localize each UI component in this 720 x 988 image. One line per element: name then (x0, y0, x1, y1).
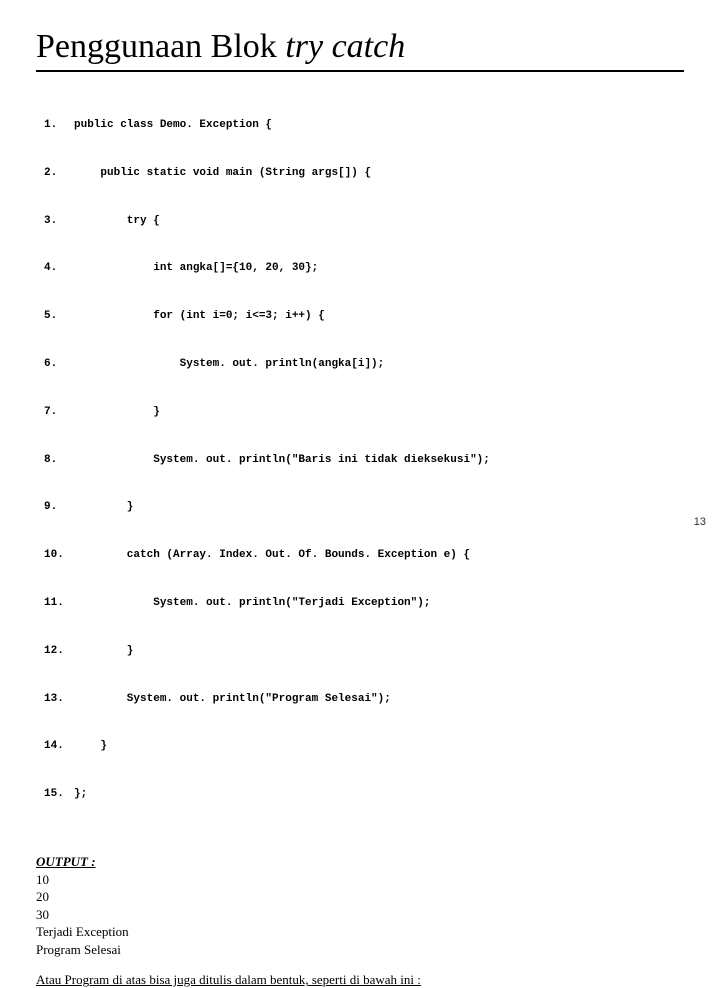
code-line: 4. int angka[]={10, 20, 30}; (44, 261, 684, 277)
page-number: 13 (694, 516, 706, 528)
code-line: 15.}; (44, 787, 684, 803)
output-line: Terjadi Exception (36, 923, 684, 941)
line-number: 4. (44, 261, 74, 277)
code-text: catch (Array. Index. Out. Of. Bounds. Ex… (74, 548, 470, 564)
line-number: 3. (44, 214, 74, 230)
code-text: System. out. println("Program Selesai"); (74, 692, 391, 708)
slide-title: Penggunaan Blok try catch (36, 28, 684, 72)
output-line: Program Selesai (36, 941, 684, 959)
line-number: 14. (44, 739, 74, 755)
code-text: System. out. println("Baris ini tidak di… (74, 453, 490, 469)
line-number: 5. (44, 309, 74, 325)
code-text: int angka[]={10, 20, 30}; (74, 261, 318, 277)
code-text: try { (74, 214, 160, 230)
code-text: public static void main (String args[]) … (74, 166, 371, 182)
line-number: 8. (44, 453, 74, 469)
code-line: 14. } (44, 739, 684, 755)
line-number: 6. (44, 357, 74, 373)
line-number: 12. (44, 644, 74, 660)
line-number: 13. (44, 692, 74, 708)
output-line: 10 (36, 871, 684, 889)
code-text: System. out. println("Terjadi Exception"… (74, 596, 430, 612)
code-line: 7. } (44, 405, 684, 421)
line-number: 15. (44, 787, 74, 803)
output-line: 30 (36, 906, 684, 924)
line-number: 7. (44, 405, 74, 421)
code-line: 2. public static void main (String args[… (44, 166, 684, 182)
output-block: OUTPUT : 10 20 30 Terjadi Exception Prog… (36, 853, 684, 958)
code-line: 10. catch (Array. Index. Out. Of. Bounds… (44, 548, 684, 564)
slide: Penggunaan Blok try catch 1.public class… (0, 0, 720, 540)
title-italic: try catch (285, 28, 405, 65)
line-number: 9. (44, 500, 74, 516)
code-line: 3. try { (44, 214, 684, 230)
code-text: for (int i=0; i<=3; i++) { (74, 309, 325, 325)
code-text: } (74, 405, 160, 421)
code-line: 8. System. out. println("Baris ini tidak… (44, 453, 684, 469)
footer-note: Atau Program di atas bisa juga ditulis d… (36, 972, 684, 988)
title-prefix: Penggunaan Blok (36, 28, 285, 65)
code-line: 12. } (44, 644, 684, 660)
code-text: } (74, 644, 133, 660)
output-heading: OUTPUT : (36, 853, 684, 871)
code-line: 5. for (int i=0; i<=3; i++) { (44, 309, 684, 325)
line-number: 1. (44, 118, 74, 134)
code-line: 13. System. out. println("Program Selesa… (44, 692, 684, 708)
code-line: 1.public class Demo. Exception { (44, 118, 684, 134)
code-text: public class Demo. Exception { (74, 118, 272, 134)
code-line: 6. System. out. println(angka[i]); (44, 357, 684, 373)
output-line: 20 (36, 888, 684, 906)
line-number: 11. (44, 596, 74, 612)
code-text: } (74, 500, 133, 516)
line-number: 2. (44, 166, 74, 182)
line-number: 10. (44, 548, 74, 564)
code-text: } (74, 739, 107, 755)
code-text: }; (74, 787, 87, 803)
code-text: System. out. println(angka[i]); (74, 357, 384, 373)
code-line: 11. System. out. println("Terjadi Except… (44, 596, 684, 612)
code-block: 1.public class Demo. Exception { 2. publ… (44, 86, 684, 835)
code-line: 9. } (44, 500, 684, 516)
